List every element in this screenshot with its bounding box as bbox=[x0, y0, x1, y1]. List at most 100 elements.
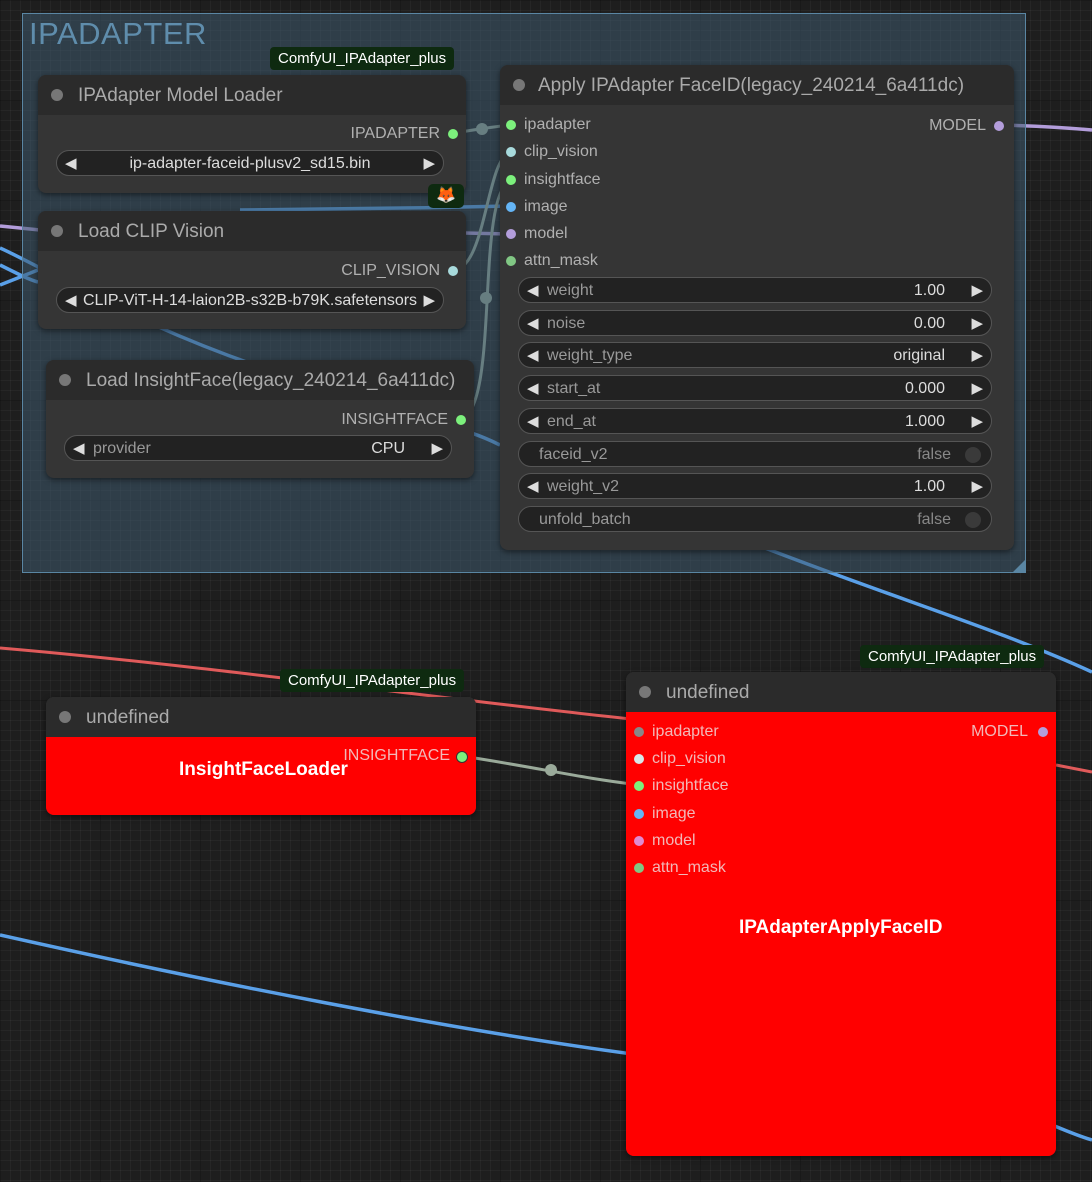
widget-value: 0.000 bbox=[904, 380, 945, 397]
node-title: undefined bbox=[666, 682, 750, 703]
node-title: Load InsightFace(legacy_240214_6a411dc) bbox=[86, 370, 456, 391]
output-slot-model[interactable] bbox=[994, 121, 1004, 131]
node-header[interactable]: undefined bbox=[626, 672, 1056, 712]
start-at-number[interactable]: ◀ start_at 0.000 ▶ bbox=[518, 375, 992, 401]
collapse-dot[interactable] bbox=[59, 374, 71, 386]
output-label-ipadapter: IPADAPTER bbox=[350, 125, 441, 142]
input-label-attn-mask: attn_mask bbox=[524, 252, 598, 269]
input-slot-clip-vision[interactable] bbox=[506, 147, 516, 157]
increment-arrow-icon[interactable]: ▶ bbox=[971, 346, 983, 364]
widget-value: 1.000 bbox=[904, 413, 945, 430]
group-resize-handle[interactable] bbox=[1013, 560, 1025, 572]
node-header[interactable]: Load CLIP Vision bbox=[38, 211, 466, 251]
noise-number[interactable]: ◀ noise 0.00 ▶ bbox=[518, 310, 992, 336]
decrement-arrow-icon[interactable]: ◀ bbox=[527, 379, 539, 397]
output-label-model: MODEL bbox=[929, 117, 986, 134]
output-label-insightface: INSIGHTFACE bbox=[341, 411, 448, 428]
decrement-arrow-icon[interactable]: ◀ bbox=[527, 412, 539, 430]
missing-node-type: InsightFaceLoader bbox=[179, 759, 348, 780]
node-source-badge: ComfyUI_IPAdapter_plus bbox=[280, 669, 465, 692]
collapse-dot[interactable] bbox=[51, 225, 63, 237]
decrement-arrow-icon[interactable]: ◀ bbox=[73, 439, 85, 457]
input-slot-insightface[interactable] bbox=[506, 175, 516, 185]
decrement-arrow-icon[interactable]: ◀ bbox=[527, 314, 539, 332]
increment-arrow-icon[interactable]: ▶ bbox=[971, 412, 983, 430]
increment-arrow-icon[interactable]: ▶ bbox=[423, 291, 435, 309]
fox-icon: 🦊 bbox=[428, 184, 464, 208]
collapse-dot[interactable] bbox=[59, 711, 71, 723]
node-load-clip-vision[interactable]: Load CLIP Vision CLIP_VISION ◀ CLIP-ViT-… bbox=[38, 211, 466, 329]
output-slot-ipadapter[interactable] bbox=[448, 129, 458, 139]
widget-name: noise bbox=[547, 315, 586, 332]
increment-arrow-icon[interactable]: ▶ bbox=[971, 379, 983, 397]
ipadapter-file-combo[interactable]: ◀ ip-adapter-faceid-plusv2_sd15.bin ▶ bbox=[56, 150, 444, 176]
node-ipadapter-model-loader[interactable]: IPAdapter Model Loader IPADAPTER ◀ ip-ad… bbox=[38, 75, 466, 193]
widget-value: original bbox=[893, 347, 945, 364]
input-slot-ipadapter[interactable] bbox=[634, 727, 644, 737]
input-label-insightface: insightface bbox=[652, 777, 729, 794]
image-link bbox=[0, 933, 641, 1057]
widget-value: 1.00 bbox=[913, 282, 945, 299]
input-label-clip-vision: clip_vision bbox=[524, 143, 598, 160]
collapse-dot[interactable] bbox=[51, 89, 63, 101]
increment-arrow-icon[interactable]: ▶ bbox=[423, 154, 435, 172]
widget-value: 0.00 bbox=[913, 315, 945, 332]
input-slot-attn-mask[interactable] bbox=[506, 256, 516, 266]
decrement-arrow-icon[interactable]: ◀ bbox=[527, 281, 539, 299]
input-label-ipadapter: ipadapter bbox=[524, 116, 591, 133]
widget-value: ip-adapter-faceid-plusv2_sd15.bin bbox=[129, 155, 371, 172]
input-label-insightface: insightface bbox=[524, 171, 601, 188]
output-label-model: MODEL bbox=[971, 723, 1028, 740]
decrement-arrow-icon[interactable]: ◀ bbox=[527, 477, 539, 495]
output-slot-insightface[interactable] bbox=[456, 751, 468, 763]
node-header[interactable]: Apply IPAdapter FaceID(legacy_240214_6a4… bbox=[500, 65, 1014, 105]
weight-v2-number[interactable]: ◀ weight_v2 1.00 ▶ bbox=[518, 473, 992, 499]
increment-arrow-icon[interactable]: ▶ bbox=[971, 281, 983, 299]
node-undefined-ipadapterapplyfaceid[interactable]: undefined MODEL ipadapter clip_vision in… bbox=[626, 672, 1056, 1156]
node-header[interactable]: IPAdapter Model Loader bbox=[38, 75, 466, 115]
widget-value: CLIP-ViT-H-14-laion2B-s32B-b79K.safetens… bbox=[82, 292, 418, 309]
node-load-insightface[interactable]: Load InsightFace(legacy_240214_6a411dc) … bbox=[46, 360, 474, 478]
toggle-knob-icon[interactable] bbox=[965, 447, 981, 463]
input-label-image: image bbox=[524, 198, 568, 215]
input-label-clip-vision: clip_vision bbox=[652, 750, 726, 767]
widget-name: unfold_batch bbox=[539, 511, 631, 528]
decrement-arrow-icon[interactable]: ◀ bbox=[527, 346, 539, 364]
node-title: IPAdapter Model Loader bbox=[78, 85, 283, 106]
input-slot-image[interactable] bbox=[634, 809, 644, 819]
faceid-v2-toggle[interactable]: faceid_v2 false bbox=[518, 441, 992, 467]
output-slot-clip-vision[interactable] bbox=[448, 266, 458, 276]
input-slot-clip-vision[interactable] bbox=[634, 754, 644, 764]
input-slot-insightface[interactable] bbox=[634, 781, 644, 791]
increment-arrow-icon[interactable]: ▶ bbox=[971, 477, 983, 495]
clip-name-combo[interactable]: ◀ CLIP-ViT-H-14-laion2B-s32B-b79K.safete… bbox=[56, 287, 444, 313]
output-label-insightface: INSIGHTFACE bbox=[343, 747, 450, 764]
collapse-dot[interactable] bbox=[639, 686, 651, 698]
input-slot-image[interactable] bbox=[506, 202, 516, 212]
input-slot-model[interactable] bbox=[634, 836, 644, 846]
collapse-dot[interactable] bbox=[513, 79, 525, 91]
input-slot-attn-mask[interactable] bbox=[634, 863, 644, 873]
node-header[interactable]: Load InsightFace(legacy_240214_6a411dc) bbox=[46, 360, 474, 400]
toggle-knob-icon[interactable] bbox=[965, 512, 981, 528]
increment-arrow-icon[interactable]: ▶ bbox=[431, 439, 443, 457]
node-undefined-insightfaceloader[interactable]: undefined INSIGHTFACE InsightFaceLoader bbox=[46, 697, 476, 815]
widget-name: start_at bbox=[547, 380, 601, 397]
output-slot-insightface[interactable] bbox=[456, 415, 466, 425]
widget-name: end_at bbox=[547, 413, 596, 430]
output-slot-model[interactable] bbox=[1038, 727, 1048, 737]
provider-combo[interactable]: ◀ provider CPU ▶ bbox=[64, 435, 452, 461]
input-label-image: image bbox=[652, 805, 696, 822]
input-slot-ipadapter[interactable] bbox=[506, 120, 516, 130]
node-title: Apply IPAdapter FaceID(legacy_240214_6a4… bbox=[538, 75, 965, 96]
weight-number[interactable]: ◀ weight 1.00 ▶ bbox=[518, 277, 992, 303]
node-header[interactable]: undefined bbox=[46, 697, 476, 737]
weight-type-combo[interactable]: ◀ weight_type original ▶ bbox=[518, 342, 992, 368]
unfold-batch-toggle[interactable]: unfold_batch false bbox=[518, 506, 992, 532]
node-apply-ipadapter-faceid[interactable]: Apply IPAdapter FaceID(legacy_240214_6a4… bbox=[500, 65, 1014, 550]
input-slot-model[interactable] bbox=[506, 229, 516, 239]
widget-name: faceid_v2 bbox=[539, 446, 608, 463]
end-at-number[interactable]: ◀ end_at 1.000 ▶ bbox=[518, 408, 992, 434]
widget-name: weight_v2 bbox=[547, 478, 620, 495]
increment-arrow-icon[interactable]: ▶ bbox=[971, 314, 983, 332]
